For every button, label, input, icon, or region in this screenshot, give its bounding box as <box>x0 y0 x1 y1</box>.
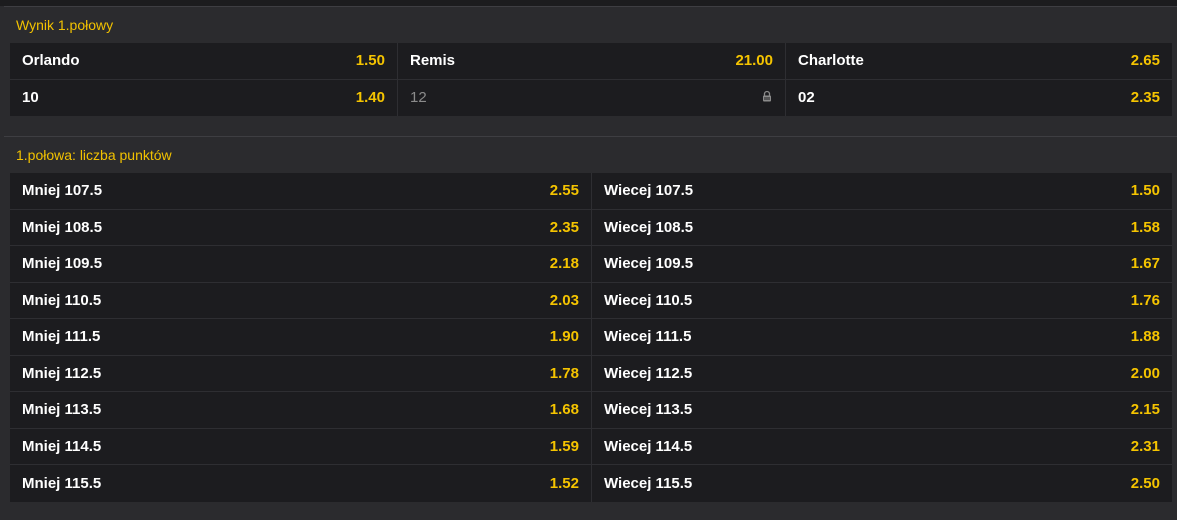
odds-cell-orlando[interactable]: Orlando 1.50 <box>10 43 397 79</box>
odds-value: 2.31 <box>1130 437 1160 455</box>
odds-value: 2.55 <box>549 182 579 200</box>
odds-cell-under[interactable]: Mniej 108.5 2.35 <box>10 210 591 246</box>
odds-value: 1.50 <box>1130 182 1160 200</box>
odds-value: 2.00 <box>1130 364 1160 382</box>
odds-value: 1.40 <box>355 89 385 107</box>
selection-label: Remis <box>410 52 456 70</box>
odds-cell-under[interactable]: Mniej 112.5 1.78 <box>10 356 591 392</box>
odds-row: Mniej 110.5 2.03 Wiecej 110.5 1.76 <box>10 282 1172 319</box>
selection-label: Mniej 111.5 <box>22 328 101 346</box>
odds-value: 1.52 <box>549 474 579 492</box>
selection-label: Mniej 110.5 <box>22 291 102 309</box>
selection-label: Mniej 113.5 <box>22 401 102 419</box>
selection-label: Orlando <box>22 52 80 70</box>
odds-value: 1.90 <box>549 328 579 346</box>
odds-row: Mniej 109.5 2.18 Wiecej 109.5 1.67 <box>10 246 1172 283</box>
odds-value: 1.67 <box>1130 255 1160 273</box>
selection-label: Mniej 108.5 <box>22 218 103 236</box>
odds-cell-over[interactable]: Wiecej 115.5 2.50 <box>591 465 1172 502</box>
selection-label: 02 <box>798 89 815 107</box>
selection-label: Wiecej 110.5 <box>604 291 693 309</box>
odds-row: Mniej 111.5 1.90 Wiecej 111.5 1.88 <box>10 319 1172 356</box>
odds-cell-over[interactable]: Wiecej 110.5 1.76 <box>591 282 1172 318</box>
odds-row: Mniej 112.5 1.78 Wiecej 112.5 2.00 <box>10 355 1172 392</box>
odds-row: Mniej 115.5 1.52 Wiecej 115.5 2.50 <box>10 465 1172 502</box>
selection-label: Wiecej 109.5 <box>604 255 694 273</box>
selection-label: 12 <box>410 89 427 107</box>
selection-label: Wiecej 114.5 <box>604 437 693 455</box>
selection-label: Wiecej 107.5 <box>604 182 694 200</box>
odds-value: 2.65 <box>1130 52 1160 70</box>
odds-cell-under[interactable]: Mniej 114.5 1.59 <box>10 429 591 465</box>
market-halftime-total-points: 1.połowa: liczba punktów Mniej 107.5 2.55… <box>4 136 1177 520</box>
odds-value: 1.68 <box>549 401 579 419</box>
odds-cell-charlotte[interactable]: Charlotte 2.65 <box>785 43 1172 79</box>
selection-label: Mniej 115.5 <box>22 474 102 492</box>
selection-label: Wiecej 112.5 <box>604 364 693 382</box>
market-title[interactable]: Wynik 1.połowy <box>4 7 1177 43</box>
odds-cell-over[interactable]: Wiecej 109.5 1.67 <box>591 246 1172 282</box>
odds-value: 1.88 <box>1130 328 1160 346</box>
odds-row: 10 1.40 12 02 2.35 <box>10 79 1172 117</box>
odds-value: 21.00 <box>735 52 773 70</box>
odds-grid: Mniej 107.5 2.55 Wiecej 107.5 1.50 Mniej 108… <box>10 173 1172 502</box>
odds-value: 1.76 <box>1130 291 1160 309</box>
selection-label: Wiecej 115.5 <box>604 474 693 492</box>
odds-cell-under[interactable]: Mniej 109.5 2.18 <box>10 246 591 282</box>
odds-cell-over[interactable]: Wiecej 113.5 2.15 <box>591 392 1172 428</box>
odds-value: 2.35 <box>549 218 579 236</box>
selection-label: Mniej 114.5 <box>22 437 102 455</box>
odds-cell-02[interactable]: 02 2.35 <box>785 79 1172 116</box>
odds-value: 1.58 <box>1130 218 1160 236</box>
odds-cell-over[interactable]: Wiecej 107.5 1.50 <box>591 173 1172 209</box>
odds-cell-over[interactable]: Wiecej 114.5 2.31 <box>591 428 1172 464</box>
odds-grid: Orlando 1.50 Remis 21.00 Charlotte 2.65 … <box>10 43 1172 116</box>
odds-cell-over[interactable]: Wiecej 108.5 1.58 <box>591 209 1172 245</box>
odds-cell-under[interactable]: Mniej 110.5 2.03 <box>10 283 591 319</box>
selection-label: Mniej 107.5 <box>22 182 103 200</box>
selection-label: Mniej 112.5 <box>22 364 102 382</box>
odds-row: Mniej 113.5 1.68 Wiecej 113.5 2.15 <box>10 392 1172 429</box>
odds-value: 1.50 <box>355 52 385 70</box>
odds-value: 2.03 <box>549 291 579 309</box>
odds-cell-10[interactable]: 10 1.40 <box>10 80 397 117</box>
selection-label: Charlotte <box>798 52 864 70</box>
market-halftime-result: Wynik 1.połowy Orlando 1.50 Remis 21.00 … <box>4 6 1177 128</box>
odds-cell-under[interactable]: Mniej 107.5 2.55 <box>10 173 591 209</box>
odds-cell-under[interactable]: Mniej 113.5 1.68 <box>10 392 591 428</box>
odds-cell-12-locked: 12 <box>397 79 785 116</box>
selection-label: Wiecej 113.5 <box>604 401 693 419</box>
odds-row: Mniej 108.5 2.35 Wiecej 108.5 1.58 <box>10 209 1172 246</box>
odds-row: Orlando 1.50 Remis 21.00 Charlotte 2.65 <box>10 43 1172 80</box>
odds-row: Mniej 114.5 1.59 Wiecej 114.5 2.31 <box>10 428 1172 465</box>
lock-icon <box>761 89 773 107</box>
odds-cell-over[interactable]: Wiecej 111.5 1.88 <box>591 319 1172 355</box>
odds-cell-under[interactable]: Mniej 111.5 1.90 <box>10 319 591 355</box>
selection-label: Wiecej 111.5 <box>604 328 692 346</box>
selection-label: 10 <box>22 89 39 107</box>
market-title[interactable]: 1.połowa: liczba punktów <box>4 137 1177 173</box>
selection-label: Mniej 109.5 <box>22 255 103 273</box>
odds-value: 2.15 <box>1130 401 1160 419</box>
odds-row: Mniej 107.5 2.55 Wiecej 107.5 1.50 <box>10 173 1172 210</box>
odds-value: 2.18 <box>549 255 579 273</box>
selection-label: Wiecej 108.5 <box>604 218 694 236</box>
odds-value: 1.78 <box>549 364 579 382</box>
odds-cell-remis[interactable]: Remis 21.00 <box>397 43 785 79</box>
odds-cell-over[interactable]: Wiecej 112.5 2.00 <box>591 355 1172 391</box>
odds-value: 2.35 <box>1130 89 1160 107</box>
odds-cell-under[interactable]: Mniej 115.5 1.52 <box>10 465 591 502</box>
odds-value: 1.59 <box>549 437 579 455</box>
odds-value: 2.50 <box>1130 474 1160 492</box>
